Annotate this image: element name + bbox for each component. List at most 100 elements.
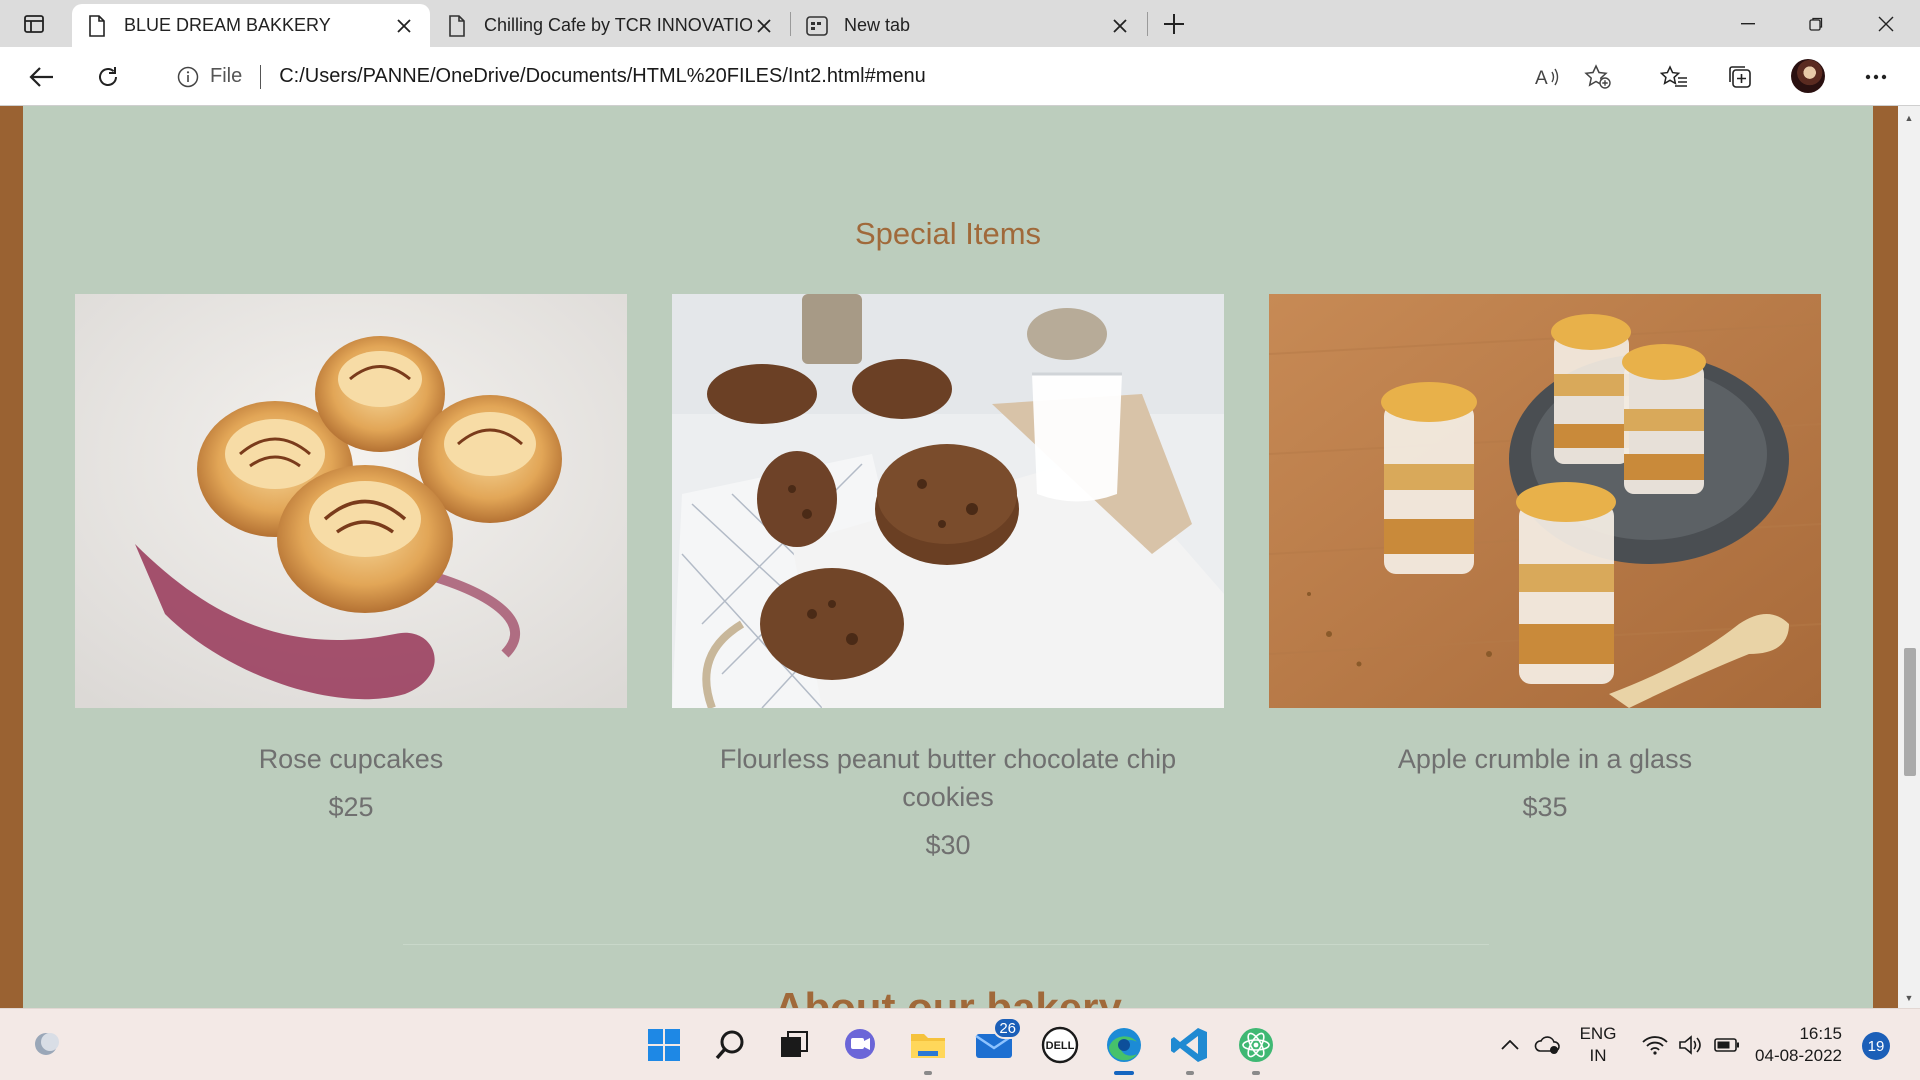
battery-button[interactable] xyxy=(1712,1009,1742,1080)
edge-browser-button[interactable] xyxy=(1102,1023,1146,1075)
teams-chat-button[interactable] xyxy=(838,1023,882,1067)
chat-icon xyxy=(845,1029,875,1059)
weather-icon xyxy=(35,1033,59,1055)
info-icon[interactable] xyxy=(176,65,200,89)
show-hidden-icons-button[interactable] xyxy=(1496,1009,1524,1080)
close-icon[interactable] xyxy=(392,14,416,38)
minimize-button[interactable] xyxy=(1714,0,1782,47)
tab-separator xyxy=(790,12,791,36)
task-view-button[interactable] xyxy=(772,1023,816,1067)
favorites-button[interactable] xyxy=(1656,59,1692,95)
reload-button[interactable] xyxy=(90,59,126,95)
vscode-button[interactable] xyxy=(1168,1023,1212,1075)
reload-icon xyxy=(99,67,117,86)
mail-button[interactable]: 26 xyxy=(972,1017,1022,1067)
mail-badge: 26 xyxy=(993,1017,1022,1039)
page-viewport: Special Items Rose cupcakes $25 Flourles… xyxy=(0,106,1920,1008)
close-window-button[interactable] xyxy=(1852,0,1920,47)
profile-avatar[interactable] xyxy=(1791,59,1825,93)
collections-icon xyxy=(1729,66,1751,88)
tab-separator xyxy=(1147,12,1148,36)
file-explorer-button[interactable] xyxy=(906,1023,950,1075)
clock[interactable]: 16:15 04-08-2022 xyxy=(1752,1023,1842,1067)
battery-icon xyxy=(1714,1038,1739,1052)
tab-title: New tab xyxy=(844,15,911,35)
about-title: About our bakery xyxy=(774,984,1122,1008)
close-icon[interactable] xyxy=(752,14,776,38)
dell-icon: DELL xyxy=(1041,1026,1079,1064)
back-button[interactable] xyxy=(24,59,60,95)
tab-title: Chilling Cafe by TCR INNOVATIO xyxy=(484,15,752,35)
restore-button[interactable] xyxy=(1782,0,1850,47)
read-aloud-icon[interactable]: A xyxy=(1530,59,1566,95)
plus-icon xyxy=(1164,14,1184,34)
network-button[interactable] xyxy=(1640,1009,1670,1080)
clock-time: 16:15 xyxy=(1799,1024,1842,1043)
browser-toolbar: File C:/Users/PANNE/OneDrive/Documents/H… xyxy=(0,47,1920,106)
start-button[interactable] xyxy=(642,1023,686,1067)
url-text[interactable]: C:/Users/PANNE/OneDrive/Documents/HTML%2… xyxy=(279,65,1530,88)
wifi-icon xyxy=(1642,1036,1668,1055)
language-code: ENG xyxy=(1579,1024,1617,1043)
tab-new-tab[interactable]: New tab xyxy=(792,4,1146,47)
minimize-icon xyxy=(1741,22,1755,24)
task-view-icon xyxy=(781,1031,808,1057)
volume-button[interactable] xyxy=(1676,1009,1706,1080)
tab-chilling-cafe[interactable]: Chilling Cafe by TCR INNOVATIO xyxy=(432,4,790,47)
tab-actions-button[interactable] xyxy=(14,8,54,40)
menu-card: Apple crumble in a glass $35 xyxy=(1269,294,1821,823)
widgets-button[interactable] xyxy=(26,1023,70,1067)
tab-title: BLUE DREAM BAKKERY xyxy=(124,15,331,35)
atom-app-button[interactable] xyxy=(1234,1023,1278,1075)
address-bar[interactable]: File C:/Users/PANNE/OneDrive/Documents/H… xyxy=(150,55,1630,98)
item-name: Flourless peanut butter chocolate chip c… xyxy=(719,744,1177,812)
more-icon xyxy=(1865,74,1887,80)
item-price: $35 xyxy=(1522,792,1568,822)
close-icon xyxy=(1878,16,1894,31)
settings-menu-button[interactable] xyxy=(1858,59,1894,95)
chevron-up-icon xyxy=(1501,1040,1519,1050)
vscode-icon xyxy=(1171,1028,1207,1062)
tab-bar: BLUE DREAM BAKKERY Chilling Cafe by TCR … xyxy=(0,0,1920,47)
atom-icon xyxy=(1239,1028,1273,1062)
newtab-icon xyxy=(806,15,828,37)
menu-card: Flourless peanut butter chocolate chip c… xyxy=(672,294,1224,861)
tab-blue-dream-bakkery[interactable]: BLUE DREAM BAKKERY xyxy=(72,4,430,47)
windows-icon xyxy=(648,1029,680,1061)
language-indicator[interactable]: ENG IN xyxy=(1578,1023,1618,1067)
dell-button[interactable]: DELL xyxy=(1038,1023,1082,1067)
onedrive-icon xyxy=(1534,1036,1560,1054)
item-name: Apple crumble in a glass xyxy=(1397,744,1693,774)
folder-icon xyxy=(911,1034,945,1058)
search-icon xyxy=(715,1030,744,1060)
section-title: Special Items xyxy=(854,216,1042,251)
page-scrollbar[interactable]: ▲ ▼ xyxy=(1898,106,1920,1008)
search-button[interactable] xyxy=(708,1023,752,1067)
new-tab-button[interactable] xyxy=(1158,8,1190,40)
windows-taskbar: 26 DELL ENG IN 16:15 04-08-2022 xyxy=(0,1008,1920,1080)
page-icon xyxy=(86,14,108,37)
collections-button[interactable] xyxy=(1722,59,1758,95)
cookies-image xyxy=(672,294,1224,708)
notification-center-badge[interactable]: 19 xyxy=(1862,1032,1890,1060)
tab-actions-icon xyxy=(24,15,44,33)
onedrive-tray-button[interactable] xyxy=(1532,1009,1564,1080)
scroll-up-arrow-icon[interactable]: ▲ xyxy=(1903,112,1915,124)
page-icon xyxy=(446,14,468,37)
item-name: Rose cupcakes xyxy=(258,744,444,774)
language-region: IN xyxy=(1589,1046,1607,1065)
svg-text:DELL: DELL xyxy=(1046,1040,1075,1052)
menu-card: Rose cupcakes $25 xyxy=(75,294,627,823)
scheme-label: File xyxy=(210,65,243,87)
item-price: $25 xyxy=(328,792,374,822)
scroll-down-arrow-icon[interactable]: ▼ xyxy=(1903,992,1915,1004)
clock-date: 04-08-2022 xyxy=(1755,1046,1842,1065)
apple-crumble-image xyxy=(1269,294,1821,708)
edge-icon xyxy=(1107,1028,1141,1062)
add-favorite-icon[interactable] xyxy=(1580,59,1616,95)
svg-text:A: A xyxy=(1535,68,1548,88)
close-icon[interactable] xyxy=(1108,14,1132,38)
menu-section: Special Items Rose cupcakes $25 Flourles… xyxy=(23,106,1873,1008)
scroll-thumb[interactable] xyxy=(1904,648,1916,776)
item-price: $30 xyxy=(925,830,971,860)
